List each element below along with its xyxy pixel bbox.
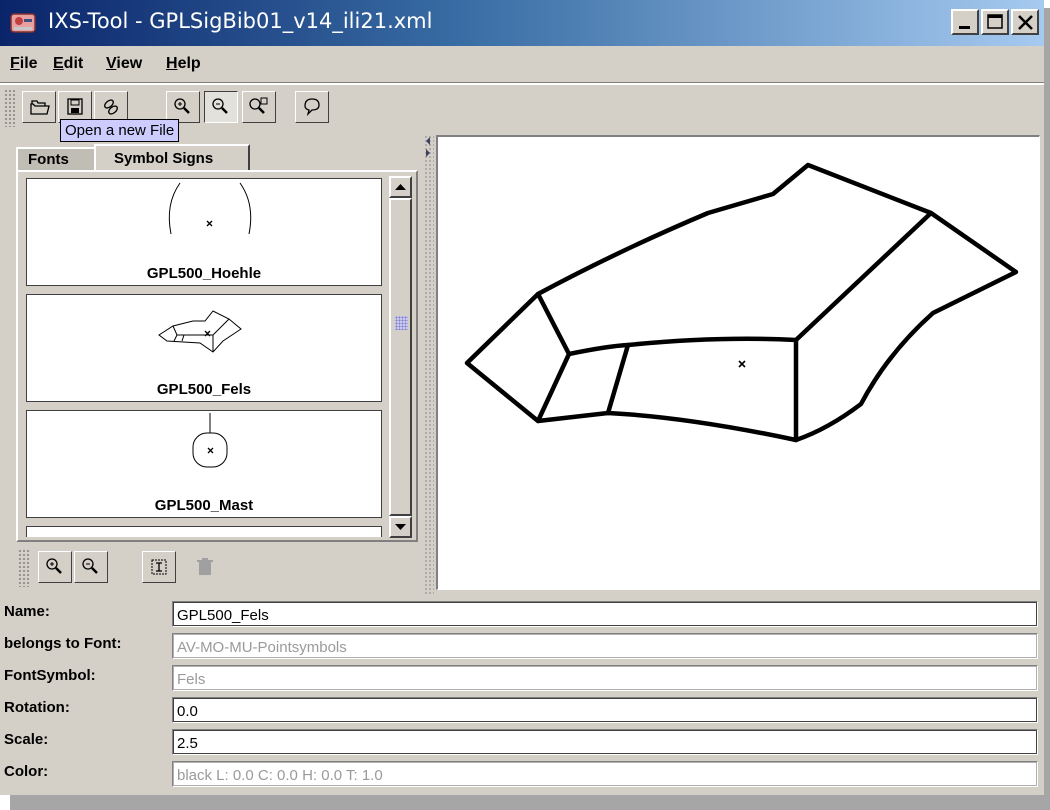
zoom-in-icon: [174, 98, 190, 114]
rock-symbol-preview: [158, 310, 242, 353]
menu-view[interactable]: View: [106, 55, 142, 73]
split-pane-divider[interactable]: [424, 135, 434, 595]
window-shadow-right: [1044, 8, 1050, 810]
property-row-rotation: Rotation: 0.0: [0, 695, 1044, 725]
symbol-name: GPL500_Fels: [156, 381, 252, 398]
rotation-field[interactable]: 0.0: [172, 697, 1038, 723]
toolbar-grip[interactable]: [18, 549, 30, 587]
property-row-name: Name: GPL500_Fels: [0, 599, 1044, 629]
fontsymbol-field: Fels: [172, 665, 1038, 691]
zoom-out-icon: [212, 98, 228, 114]
list-item-symbol[interactable]: GPL500_Hoehle: [26, 178, 382, 286]
property-row-scale: Scale: 2.5: [0, 727, 1044, 757]
properties-icon: [151, 559, 167, 575]
name-label: Name:: [4, 603, 50, 620]
symbol-name: GPL500_Hoehle: [146, 265, 262, 282]
open-icon: [30, 100, 50, 115]
toolbar-grip[interactable]: [4, 89, 16, 127]
close-button[interactable]: [1011, 9, 1039, 35]
scroll-thumb[interactable]: [389, 198, 412, 516]
zoom-reset-icon: [249, 97, 268, 114]
fontsymbol-label: FontSymbol:: [4, 667, 96, 684]
properties-panel: Name: GPL500_Fels belongs to Font: AV-MO…: [0, 597, 1044, 792]
mast-symbol-preview: [192, 413, 228, 468]
maximize-button[interactable]: [981, 9, 1009, 35]
property-row-font: belongs to Font: AV-MO-MU-Pointsymbols: [0, 631, 1044, 661]
font-label: belongs to Font:: [4, 635, 122, 652]
open-file-button[interactable]: [22, 91, 56, 123]
symbol-properties-button[interactable]: [142, 551, 176, 583]
zoom-out-icon: [82, 558, 98, 574]
arrow-up-icon: [395, 184, 406, 190]
comment-icon: [304, 98, 320, 117]
delete-button[interactable]: [188, 551, 222, 583]
color-field[interactable]: black L: 0.0 C: 0.0 H: 0.0 T: 1.0: [172, 761, 1038, 787]
maximize-icon: [987, 14, 1003, 29]
symbol-name: GPL500_Mast: [154, 497, 254, 514]
name-field[interactable]: GPL500_Fels: [172, 601, 1038, 627]
app-window: IXS-Tool - GPLSigBib01_v14_ili21.xml Fil…: [0, 0, 1044, 795]
rotation-label: Rotation:: [4, 699, 70, 716]
property-row-color: Color: black L: 0.0 C: 0.0 H: 0.0 T: 1.0: [0, 759, 1044, 789]
symbol-zoom-in-button[interactable]: [38, 551, 72, 583]
list-item-symbol[interactable]: GPL500_Mast: [26, 410, 382, 518]
symbol-zoom-out-button[interactable]: [74, 551, 108, 583]
menu-file[interactable]: File: [10, 55, 38, 73]
color-label: Color:: [4, 763, 49, 780]
list-item-symbol[interactable]: GPL500_Fels: [26, 294, 382, 402]
scroll-up-button[interactable]: [389, 176, 412, 198]
comment-button[interactable]: [295, 91, 329, 123]
font-field: AV-MO-MU-Pointsymbols: [172, 633, 1038, 659]
symbol-list-scrollbar[interactable]: [389, 176, 412, 538]
tab-fonts[interactable]: Fonts: [16, 147, 98, 172]
app-icon: [10, 13, 36, 33]
tab-symbol-signs[interactable]: Symbol Signs: [94, 144, 250, 172]
zoom-out-button[interactable]: [204, 91, 238, 123]
scale-label: Scale:: [4, 731, 49, 748]
symbol-list: GPL500_Hoehle GPL500_Fels GPL500_Mast: [20, 173, 388, 537]
menu-edit[interactable]: Edit: [53, 55, 83, 73]
minimize-icon: [959, 26, 970, 29]
cave-symbol-preview: [168, 182, 252, 235]
scale-field[interactable]: 2.5: [172, 729, 1038, 755]
delete-icon: [197, 558, 213, 575]
symbol-toolbar: [16, 545, 420, 591]
zoom-in-icon: [46, 558, 62, 574]
window-title: IXS-Tool - GPLSigBib01_v14_ili21.xml: [48, 9, 433, 33]
minimize-button[interactable]: [951, 9, 979, 35]
menu-help[interactable]: Help: [166, 55, 201, 73]
menu-bar: File Edit View Help: [0, 49, 1044, 83]
title-bar[interactable]: IXS-Tool - GPLSigBib01_v14_ili21.xml: [0, 0, 1044, 46]
scroll-grip: [395, 316, 408, 330]
save-icon: [67, 98, 83, 115]
tooltip: Open a new File: [60, 119, 180, 142]
rock-symbol-drawing: [464, 162, 1019, 443]
arrow-down-icon: [395, 524, 406, 530]
link-icon: [104, 99, 118, 115]
scroll-down-button[interactable]: [389, 516, 412, 538]
property-row-fontsymbol: FontSymbol: Fels: [0, 663, 1044, 693]
symbol-canvas[interactable]: [436, 135, 1040, 590]
zoom-reset-button[interactable]: [242, 91, 276, 123]
window-shadow-bottom: [10, 795, 1050, 810]
close-icon: [1018, 15, 1033, 30]
list-item-symbol[interactable]: [26, 526, 382, 537]
divider-arrows-icon: [426, 137, 430, 157]
